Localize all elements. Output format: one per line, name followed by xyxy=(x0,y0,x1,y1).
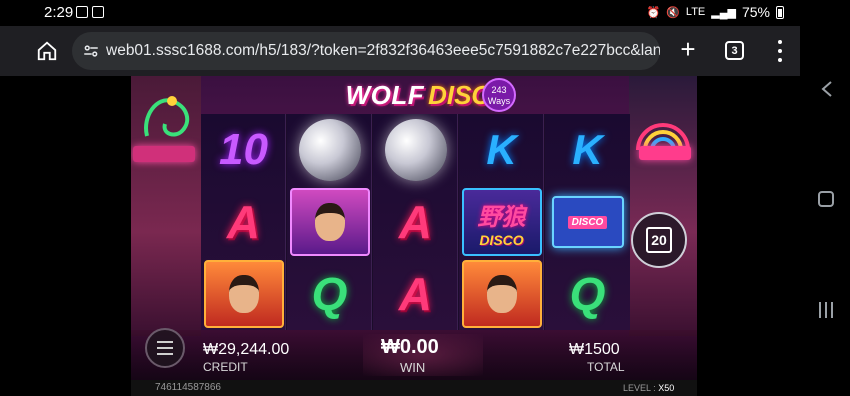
man-portrait-icon xyxy=(203,260,284,328)
symbol-k: K xyxy=(572,126,603,173)
battery-percent: 75% xyxy=(741,4,770,20)
hamburger-line xyxy=(157,353,173,355)
menu-dot xyxy=(778,40,782,44)
reel-2: Q xyxy=(287,114,372,330)
signal-icon: ▂▄▆ xyxy=(711,6,736,19)
android-navigation-bar xyxy=(800,0,850,396)
menu-dot xyxy=(778,49,782,53)
recent-bar xyxy=(831,302,833,318)
symbol-disco-ball xyxy=(287,114,371,186)
level-indicator: LEVEL : X50 xyxy=(623,380,674,396)
reel-5: K DISCO Q xyxy=(545,114,630,330)
status-right: ⏰ 🔇 LTE ▂▄▆ 75% xyxy=(646,4,784,20)
reel-1: 10 A xyxy=(201,114,286,330)
wild-word-text: DISCO xyxy=(479,231,524,248)
credit-label: CREDIT xyxy=(203,360,248,374)
gallery-icon xyxy=(76,6,88,18)
session-id: 746114587866 xyxy=(155,382,221,393)
cassette-icon: DISCO xyxy=(551,196,624,248)
battery-icon xyxy=(776,5,784,19)
url-text: web01.sssc1688.com/h5/183/?token=2f832f3… xyxy=(106,42,660,59)
home-button[interactable] xyxy=(34,38,60,64)
symbol-10: 10 xyxy=(219,125,268,174)
app-notification-icon xyxy=(92,6,104,18)
symbol-q: Q xyxy=(569,268,606,320)
status-bar: 2:29 ⏰ 🔇 LTE ▂▄▆ 75% xyxy=(0,0,800,26)
woman-portrait-icon xyxy=(289,188,370,256)
symbol-a: A xyxy=(398,268,433,320)
reel-4: K 野狼 DISCO xyxy=(459,114,544,330)
back-button[interactable] xyxy=(820,80,834,98)
face-icon xyxy=(314,203,345,241)
face-icon xyxy=(228,275,259,313)
left-decor xyxy=(131,76,201,336)
neon-sign-right xyxy=(639,146,691,160)
reel-3: A A xyxy=(373,114,458,330)
alarm-icon: ⏰ xyxy=(646,6,661,19)
wild-symbol: 野狼 DISCO xyxy=(461,188,542,256)
screen: 2:29 ⏰ 🔇 LTE ▂▄▆ 75% web01.sssc1688.com/… xyxy=(0,0,850,396)
logo-word-wolf: WOLF xyxy=(345,79,425,110)
address-bar[interactable]: web01.sssc1688.com/h5/183/?token=2f832f3… xyxy=(72,32,660,70)
network-label: LTE xyxy=(685,6,706,18)
ways-badge: 243 Ways xyxy=(482,78,516,112)
home-nav-button[interactable] xyxy=(818,191,834,207)
recent-bar xyxy=(825,302,827,318)
win-value: ₩0.00 xyxy=(381,336,439,358)
credit-value: ₩29,244.00 xyxy=(203,341,290,358)
man-portrait-icon xyxy=(461,260,542,328)
site-settings-icon[interactable] xyxy=(82,42,100,60)
symbol-portrait-man xyxy=(459,258,543,330)
symbol-wild: 野狼 DISCO xyxy=(459,186,543,258)
dragon-icon xyxy=(144,96,190,137)
symbol-a: A xyxy=(226,196,261,248)
face-icon xyxy=(486,275,517,313)
cassette-label: DISCO xyxy=(567,215,608,229)
right-decor xyxy=(629,76,697,336)
hamburger-line xyxy=(157,347,173,349)
ways-number: 243 xyxy=(491,85,507,95)
disco-ball-icon xyxy=(298,119,361,181)
symbol-portrait-man xyxy=(201,258,285,330)
symbol-a: A xyxy=(398,196,433,248)
symbol-cassette: DISCO xyxy=(545,186,630,258)
total-bet-value[interactable]: ₩1500 xyxy=(569,341,620,359)
symbol-q: Q xyxy=(311,268,348,320)
total-bet-label: TOTAL xyxy=(587,360,625,374)
auto-spin-count: 20 xyxy=(646,227,672,253)
home-icon xyxy=(37,41,57,61)
slot-game: WOLF DISCO 243 Ways 10 A Q A A K 野狼 DISC… xyxy=(131,76,697,396)
neon-sign-left xyxy=(133,146,195,162)
win-label: WIN xyxy=(400,360,426,375)
level-label: LEVEL : xyxy=(623,383,656,393)
menu-dot xyxy=(778,58,782,62)
reel-grid[interactable]: 10 A Q A A K 野狼 DISCO K DISCO Q xyxy=(201,114,630,330)
symbol-portrait-woman xyxy=(287,186,371,258)
auto-spin-button[interactable]: 20 xyxy=(631,212,687,268)
symbol-k: K xyxy=(486,126,517,173)
recent-bar xyxy=(819,302,821,318)
level-value: X50 xyxy=(658,383,675,393)
tab-switcher-button[interactable]: 3 xyxy=(725,41,744,60)
notification-icons xyxy=(76,6,104,18)
ways-label: Ways xyxy=(487,96,511,106)
browser-menu-button[interactable] xyxy=(774,40,786,62)
status-time: 2:29 xyxy=(44,4,74,21)
new-tab-button[interactable]: + xyxy=(674,36,702,64)
browser-toolbar: web01.sssc1688.com/h5/183/?token=2f832f3… xyxy=(0,26,800,76)
disco-ball-icon xyxy=(384,119,447,181)
wild-chinese-text: 野狼 xyxy=(477,203,526,231)
symbol-disco-ball xyxy=(373,114,457,186)
mute-icon: 🔇 xyxy=(666,6,680,19)
recent-apps-button[interactable] xyxy=(819,302,833,318)
game-menu-button[interactable] xyxy=(145,328,185,368)
hamburger-line xyxy=(157,341,173,343)
